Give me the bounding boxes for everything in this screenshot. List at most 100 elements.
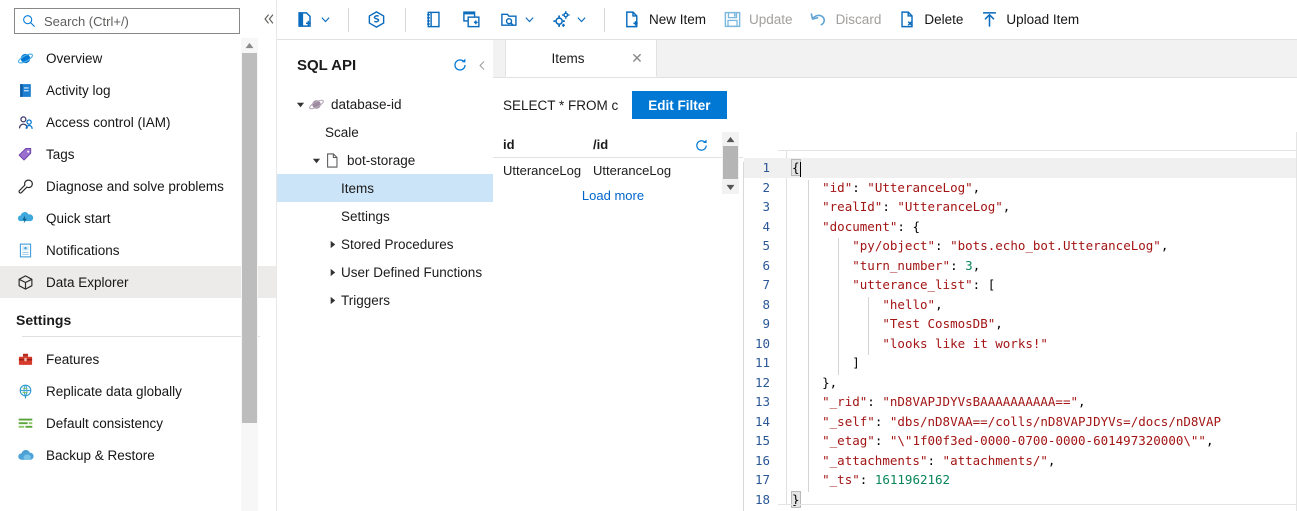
load-more-link[interactable]: Load more: [493, 182, 733, 203]
twisty-expanded-icon[interactable]: [309, 153, 323, 167]
json-editor[interactable]: 1{2 "id": "UtteranceLog",3 "realId": "Ut…: [744, 132, 1297, 511]
sidebar-item-label: Quick start: [46, 211, 111, 226]
editor-line-text[interactable]: "py/object": "bots.echo_bot.UtteranceLog…: [778, 238, 1168, 253]
tree-node-stored-procedures[interactable]: Stored Procedures: [277, 230, 493, 258]
upload-item-button[interactable]: Upload Item: [971, 4, 1087, 36]
tab-items[interactable]: Items ✕: [505, 40, 657, 77]
upload-arrow-icon: [979, 10, 999, 30]
editor-line-text[interactable]: "_etag": "\"1f00f3ed-0000-0700-0000-6014…: [778, 433, 1213, 448]
editor-line[interactable]: 13 "_rid": "nD8VAPJDYVsBAAAAAAAAAA==",: [744, 392, 1297, 412]
sidebar-collapse-button[interactable]: [258, 8, 277, 30]
tree-node-triggers[interactable]: Triggers: [277, 286, 493, 314]
editor-line[interactable]: 6 "turn_number": 3,: [744, 256, 1297, 276]
grid-scroll-up-icon[interactable]: [722, 132, 739, 146]
editor-line[interactable]: 4 "document": {: [744, 217, 1297, 237]
grid-refresh-button[interactable]: [691, 135, 711, 155]
new-container-button[interactable]: [287, 4, 339, 36]
tree-node-bot-storage[interactable]: bot-storage: [277, 146, 493, 174]
editor-line[interactable]: 11 ]: [744, 353, 1297, 373]
column-header-partition-key[interactable]: /id: [593, 137, 683, 152]
editor-line-text[interactable]: "Test CosmosDB",: [778, 316, 1003, 331]
tree-node-scale[interactable]: Scale: [277, 118, 493, 146]
grid-scroll-down-icon[interactable]: [722, 180, 739, 194]
delete-button[interactable]: Delete: [889, 4, 971, 36]
open-query-button[interactable]: [358, 4, 396, 36]
editor-line[interactable]: 7 "utterance_list": [: [744, 275, 1297, 295]
editor-line-text[interactable]: "_attachments": "attachments/",: [778, 453, 1055, 468]
editor-line[interactable]: 1{: [744, 158, 1297, 178]
editor-line-text[interactable]: "document": {: [778, 219, 920, 234]
sidebar-item-activity-log[interactable]: Activity log: [0, 74, 276, 106]
editor-line-text[interactable]: "turn_number": 3,: [778, 258, 980, 273]
editor-line-text[interactable]: {: [778, 160, 800, 175]
twisty-collapsed-icon[interactable]: [325, 237, 339, 251]
tree-refresh-button[interactable]: [449, 54, 471, 76]
editor-line-text[interactable]: "_ts": 1611962162: [778, 472, 950, 487]
close-icon[interactable]: ✕: [630, 51, 644, 65]
tree-node-database-id[interactable]: database-id: [277, 90, 493, 118]
tree-node-user-defined-functions[interactable]: User Defined Functions: [277, 258, 493, 286]
editor-line-text[interactable]: "utterance_list": [: [778, 277, 995, 292]
editor-line[interactable]: 8 "hello",: [744, 295, 1297, 315]
editor-line[interactable]: 5 "py/object": "bots.echo_bot.UtteranceL…: [744, 236, 1297, 256]
sidebar-item-label: Data Explorer: [46, 275, 129, 290]
editor-line[interactable]: 15 "_etag": "\"1f00f3ed-0000-0700-0000-6…: [744, 431, 1297, 451]
sidebar-settings-item-default-consistency[interactable]: Default consistency: [0, 407, 276, 439]
editor-line[interactable]: 10 "looks like it works!": [744, 334, 1297, 354]
editor-line-text[interactable]: "id": "UtteranceLog",: [778, 180, 980, 195]
sidebar-settings-item-features[interactable]: Features: [0, 343, 276, 375]
editor-line[interactable]: 12 },: [744, 373, 1297, 393]
editor-line-text[interactable]: "realId": "UtteranceLog",: [778, 199, 1010, 214]
sidebar-scrollbar-thumb[interactable]: [242, 53, 257, 423]
sidebar-item-access-control-iam[interactable]: Access control (IAM): [0, 106, 276, 138]
twisty-expanded-icon[interactable]: [293, 97, 307, 111]
sidebar-item-quick-start[interactable]: Quick start: [0, 202, 276, 234]
editor-line-text[interactable]: "hello",: [778, 297, 943, 312]
edit-filter-button[interactable]: Edit Filter: [632, 91, 726, 119]
twisty-collapsed-icon[interactable]: [325, 293, 339, 307]
scroll-up-arrow-icon[interactable]: [241, 38, 258, 53]
sidebar-item-overview[interactable]: Overview: [0, 42, 276, 74]
editor-line[interactable]: 18}: [744, 490, 1297, 510]
new-sql-query-button[interactable]: [453, 4, 491, 36]
chevron-down-icon[interactable]: [524, 14, 535, 25]
new-notebook-button[interactable]: [415, 4, 453, 36]
tree-node-settings[interactable]: Settings: [277, 202, 493, 230]
editor-line[interactable]: 9 "Test CosmosDB",: [744, 314, 1297, 334]
sidebar-item-diagnose-and-solve-problems[interactable]: Diagnose and solve problems: [0, 170, 276, 202]
editor-lines[interactable]: 1{2 "id": "UtteranceLog",3 "realId": "Ut…: [744, 158, 1297, 509]
editor-line-text[interactable]: ]: [778, 355, 860, 370]
editor-line[interactable]: 2 "id": "UtteranceLog",: [744, 178, 1297, 198]
chevron-down-icon[interactable]: [320, 14, 331, 25]
editor-line-text[interactable]: "_self": "dbs/nD8VAA==/colls/nD8VAPJDYVs…: [778, 414, 1221, 429]
results-scrollbar-thumb[interactable]: [723, 146, 738, 179]
results-scrollbar[interactable]: [722, 132, 739, 194]
search-box[interactable]: [14, 8, 240, 34]
twisty-collapsed-icon[interactable]: [325, 265, 339, 279]
editor-line-text[interactable]: "_rid": "nD8VAPJDYVsBAAAAAAAAAA==",: [778, 394, 1086, 409]
sidebar-item-tags[interactable]: Tags: [0, 138, 276, 170]
line-number: 13: [744, 394, 778, 409]
editor-line[interactable]: 17 "_ts": 1611962162: [744, 470, 1297, 490]
tree-node-items[interactable]: Items: [277, 174, 493, 202]
sidebar-settings-item-replicate-data-globally[interactable]: Replicate data globally: [0, 375, 276, 407]
editor-line[interactable]: 16 "_attachments": "attachments/",: [744, 451, 1297, 471]
table-row[interactable]: UtteranceLogUtteranceLog: [493, 158, 743, 182]
column-header-id[interactable]: id: [503, 137, 593, 152]
sidebar-item-data-explorer[interactable]: Data Explorer: [0, 266, 276, 298]
sidebar-settings-header: Settings: [16, 312, 276, 328]
tree-collapse-button[interactable]: [471, 54, 493, 76]
chevron-down-icon[interactable]: [576, 14, 587, 25]
editor-line-text[interactable]: "looks like it works!": [778, 336, 1048, 351]
editor-line[interactable]: 14 "_self": "dbs/nD8VAA==/colls/nD8VAPJD…: [744, 412, 1297, 432]
sidebar-item-notifications[interactable]: Notifications: [0, 234, 276, 266]
gear-settings-button[interactable]: [543, 4, 595, 36]
editor-line-text[interactable]: },: [778, 375, 837, 390]
search-input[interactable]: [42, 13, 233, 30]
open-query-folder-button[interactable]: [491, 4, 543, 36]
sidebar-scrollbar[interactable]: [241, 38, 258, 511]
sidebar-settings-item-backup-restore[interactable]: Backup & Restore: [0, 439, 276, 471]
new-item-button[interactable]: New Item: [614, 4, 714, 36]
editor-line[interactable]: 3 "realId": "UtteranceLog",: [744, 197, 1297, 217]
tab-label: Items: [551, 51, 610, 66]
